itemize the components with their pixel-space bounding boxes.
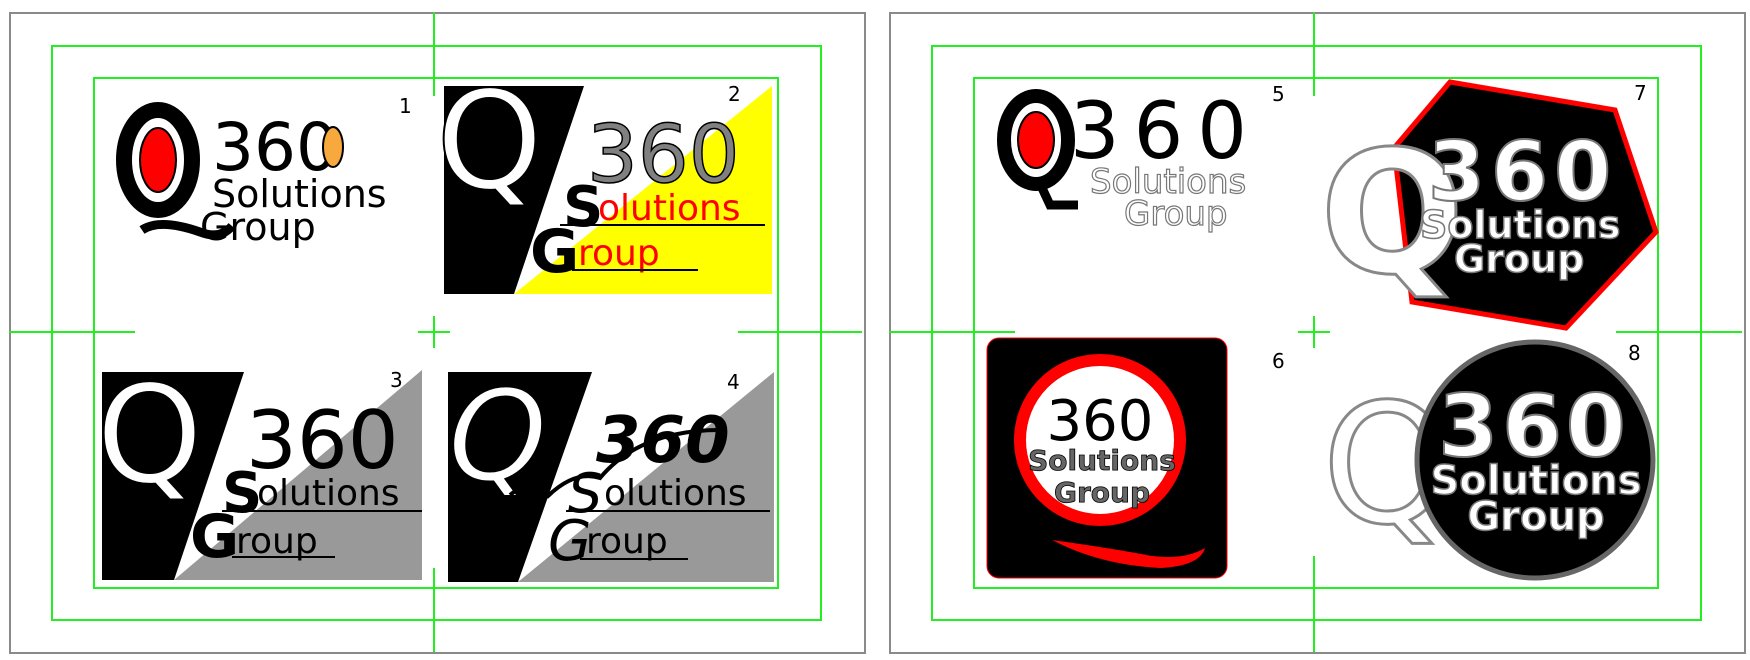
- logo-6-solutions: Solutions: [1028, 444, 1176, 477]
- logo-6-number: 6: [1272, 349, 1285, 373]
- logo-6: 6 360 Solutions Group: [986, 337, 1285, 579]
- logo-3-solutions: olutions: [257, 473, 400, 514]
- logo-1-group: Group: [200, 205, 316, 249]
- logo-1: 1 360 Solutions Group: [116, 94, 412, 249]
- logo-2-solutions: olutions: [598, 188, 741, 229]
- logo-1-q-red-eye: [139, 127, 177, 193]
- logo-8-number: 8: [1628, 341, 1641, 365]
- logo-4-360: 360: [596, 404, 730, 478]
- logo-6-group: Group: [1054, 476, 1150, 509]
- logo-5-q-red-eye: [1017, 111, 1055, 169]
- logo-7-number: 7: [1634, 81, 1647, 105]
- logo-3-g: G: [190, 502, 239, 572]
- logo-1-number: 1: [399, 94, 412, 118]
- artboard: 1 360 Solutions Group 2 Q 360 S olutions…: [9, 12, 1742, 652]
- logo-2-group: roup: [578, 233, 660, 274]
- logo-5: 5 360 Solutions Group: [997, 82, 1285, 235]
- logo-3-group: roup: [236, 521, 318, 562]
- logo-2: 2 Q 360 S olutions G roup: [435, 62, 772, 294]
- logo-4-g: G: [548, 509, 591, 574]
- logo-7: 7 Q 360 Solutions Group: [1319, 79, 1659, 331]
- logo-2-number: 2: [728, 82, 741, 106]
- logo-4: 4 Q 360 S olutions G roup: [447, 362, 774, 582]
- logo-3-q: Q: [96, 357, 203, 515]
- logo-2-g: G: [530, 217, 579, 287]
- logo-4-number: 4: [727, 370, 740, 394]
- logo-4-group: roup: [586, 521, 668, 562]
- logo-5-number: 5: [1272, 82, 1285, 106]
- logo-8-group: Group: [1467, 494, 1604, 540]
- logo-1-zero-eye: [322, 126, 344, 168]
- logo-7-group: Group: [1454, 237, 1584, 281]
- logo-4-solutions: olutions: [604, 473, 747, 514]
- logo-3-number: 3: [390, 368, 403, 392]
- logo-2-q: Q: [436, 63, 543, 221]
- logo-3: 3 Q 360 S olutions G roup: [95, 356, 422, 580]
- logo-5-group: Group: [1124, 194, 1228, 234]
- logo-8: 8 Q 360 Solutions Group: [1321, 339, 1656, 581]
